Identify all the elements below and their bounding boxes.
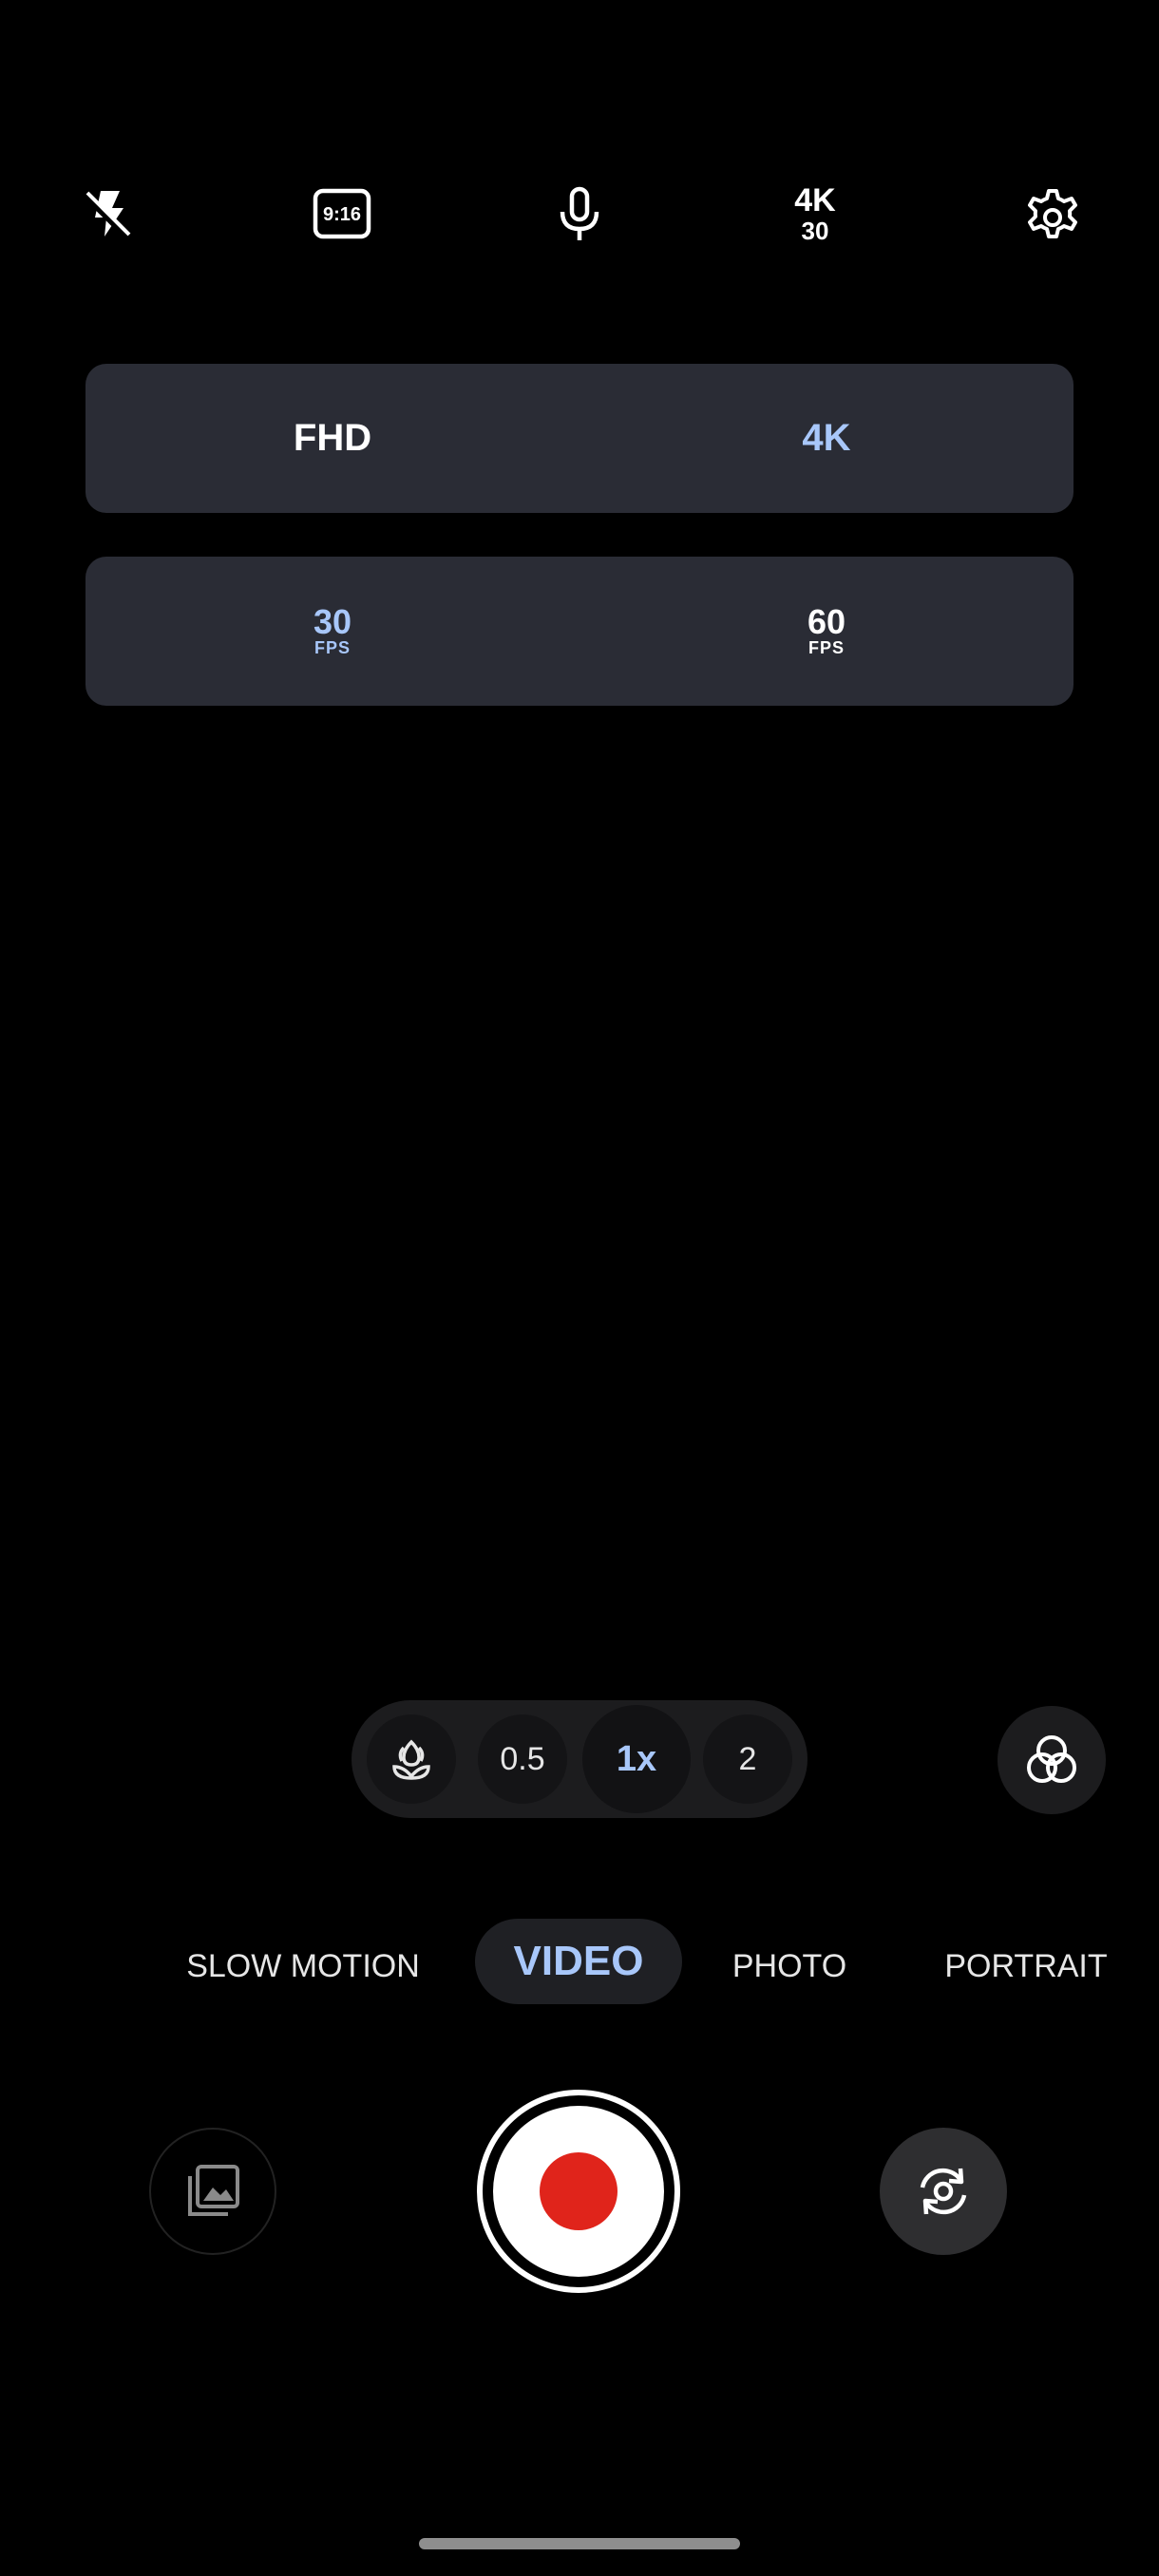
zoom-option-0-5[interactable]: 0.5 (478, 1714, 567, 1804)
mode-video[interactable]: VIDEO (475, 1919, 682, 2004)
gallery-button[interactable] (149, 2128, 276, 2255)
resolution-option-fhd[interactable]: FHD (86, 364, 580, 513)
home-indicator[interactable] (419, 2538, 740, 2549)
zoom-option-2[interactable]: 2 (703, 1714, 792, 1804)
macro-button[interactable] (367, 1714, 456, 1804)
fps-option-60[interactable]: 60 FPS (580, 557, 1074, 706)
flash-off-button[interactable] (68, 176, 144, 252)
fps-selector: 30 FPS 60 FPS (86, 557, 1074, 706)
aspect-ratio-button[interactable]: 9:16 (304, 176, 380, 252)
resolution-badge-bottom: 30 (801, 217, 829, 245)
macro-flower-icon (392, 1739, 430, 1780)
gallery-icon (188, 2165, 239, 2216)
zoom-selector: 0.5 1x 2 (352, 1700, 808, 1818)
record-button[interactable] (477, 2090, 680, 2293)
aspect-ratio-label: 9:16 (323, 204, 361, 225)
microphone-icon (560, 186, 599, 240)
mode-slow-motion[interactable]: SLOW MOTION (169, 1928, 437, 2004)
flip-camera-button[interactable] (880, 2128, 1007, 2255)
fps-option-value: 60 (807, 601, 846, 641)
aspect-ratio-icon: 9:16 (313, 188, 371, 239)
resolution-option-label: FHD (293, 417, 372, 459)
gear-icon (1028, 189, 1077, 238)
shutter-inner (493, 2106, 664, 2277)
flash-off-icon (83, 191, 131, 239)
resolution-selector: FHD 4K (86, 364, 1074, 513)
filters-icon (1027, 1735, 1076, 1783)
resolution-badge-button[interactable]: 4K 30 (777, 176, 853, 252)
resolution-option-4k[interactable]: 4K (580, 364, 1074, 513)
mode-portrait[interactable]: PORTRAIT (940, 1928, 1112, 2004)
fps-option-30[interactable]: 30 FPS (86, 557, 580, 706)
fps-option-unit: FPS (314, 637, 351, 657)
settings-button[interactable] (1015, 176, 1091, 252)
filters-button[interactable] (998, 1706, 1106, 1814)
fps-option-value: 30 (313, 601, 352, 641)
record-icon (540, 2152, 618, 2230)
mode-photo[interactable]: PHOTO (722, 1928, 857, 2004)
resolution-option-label: 4K (802, 417, 851, 459)
resolution-badge-top: 4K (794, 182, 836, 218)
microphone-button[interactable] (542, 176, 618, 252)
flip-camera-icon (920, 2168, 967, 2215)
fps-option-unit: FPS (808, 637, 845, 657)
zoom-option-1x[interactable]: 1x (582, 1705, 691, 1813)
